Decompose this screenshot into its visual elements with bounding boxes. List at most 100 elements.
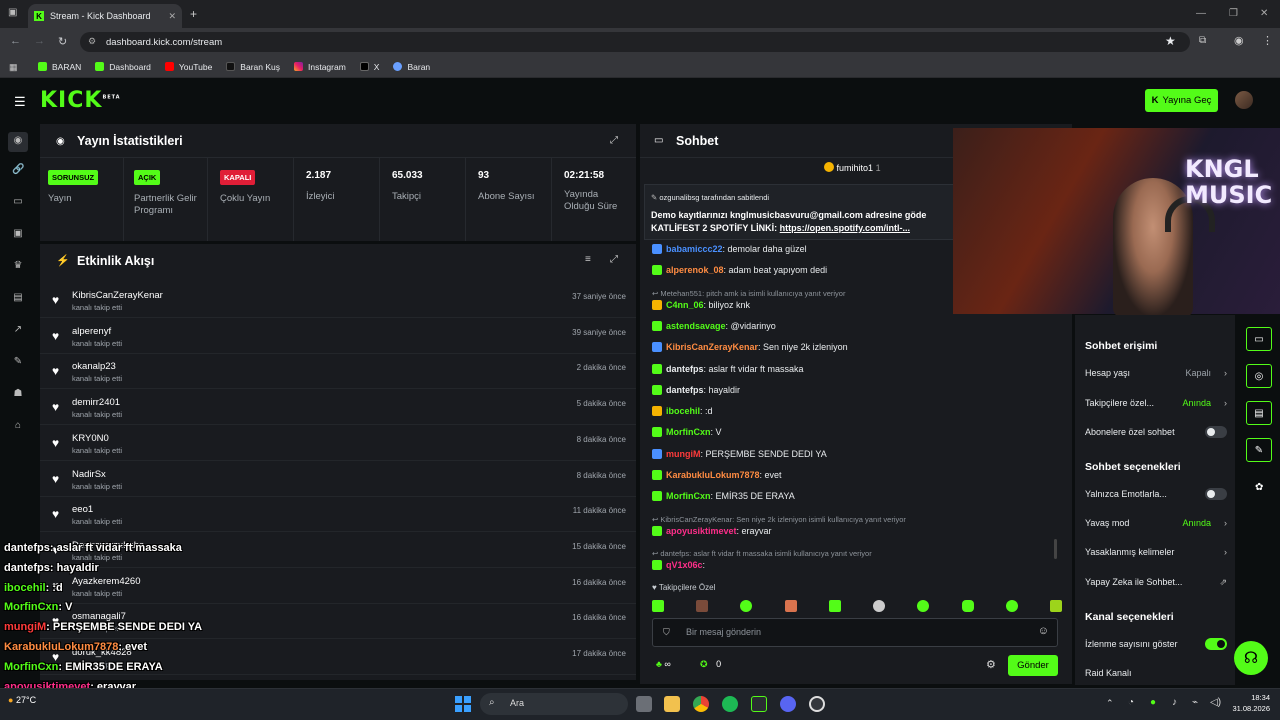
setting-slow-mode[interactable]: Yavaş mod Anında ›	[1085, 518, 1227, 528]
top-gifter[interactable]: fumihito1 1	[824, 162, 881, 173]
obs-icon[interactable]	[809, 696, 825, 712]
emote-icon[interactable]	[961, 600, 974, 612]
chat-message[interactable]: C4nn_06: biliyoz knk	[652, 299, 750, 310]
trophy-nav-icon[interactable]: ♛	[12, 260, 24, 272]
window-nav-icon[interactable]: ▭	[12, 196, 24, 208]
users-nav-icon[interactable]: ☗	[12, 388, 24, 400]
microphone-icon[interactable]: ♪	[1172, 697, 1177, 708]
chat-message[interactable]: KarabukluLokum7878: evet	[652, 470, 782, 480]
filter-icon[interactable]: ≡	[585, 254, 591, 265]
analytics-nav-icon[interactable]: ↗	[12, 324, 24, 336]
tray-chevron-icon[interactable]: ⌃	[1106, 698, 1114, 709]
site-info-icon[interactable]: ⚙	[88, 36, 96, 47]
shop-nav-icon[interactable]: ⌂	[12, 420, 24, 432]
setting-ai-chat[interactable]: Yapay Zeka ile Sohbet... ⇗	[1085, 577, 1227, 587]
back-icon[interactable]: ←	[10, 35, 21, 47]
chat-username[interactable]: KarabukluLokum7878	[666, 470, 760, 480]
avatar[interactable]	[1235, 91, 1253, 109]
chat-username[interactable]: alperenok_08	[666, 265, 724, 275]
tray-app-icon[interactable]: ◔	[1128, 697, 1134, 708]
chat-message[interactable]: mungiM: PERŞEMBE SENDE DEDI YA	[652, 448, 827, 459]
url-field[interactable]: dashboard.kick.com/stream	[80, 32, 1190, 52]
setting-account-age[interactable]: Hesap yaşı Kapalı ›	[1085, 368, 1227, 378]
chat-message[interactable]: dantefps: aslar ft vidar ft massaka	[652, 363, 804, 374]
network-icon[interactable]: ⌁	[1192, 697, 1198, 708]
chat-username[interactable]: dantefps	[666, 364, 704, 374]
chat-tool-icon[interactable]: ▭	[1246, 327, 1272, 351]
volume-icon[interactable]: ◁)	[1210, 697, 1221, 708]
kick-logo[interactable]: KICKBETA	[40, 88, 121, 113]
chat-message[interactable]: astendsavage: @vidarinyo	[652, 320, 776, 331]
setting-followers-only[interactable]: Takipçilere özel... Anında ›	[1085, 398, 1227, 408]
emote-icon[interactable]	[784, 600, 797, 612]
setting-banned-words[interactable]: Yasaklanmış kelimeler ›	[1085, 547, 1227, 557]
chat-username[interactable]: astendsavage	[666, 321, 726, 331]
bookmark-x[interactable]: X	[359, 62, 379, 72]
apps-tool-icon[interactable]: ✿	[1255, 482, 1263, 493]
bookmark-baran[interactable]: BARAN	[38, 62, 81, 72]
tray-status-icon[interactable]: ●	[1150, 697, 1156, 708]
chat-message[interactable]: apoyusiktimevet: erayvar	[652, 525, 772, 536]
tools-nav-icon[interactable]: ✎	[12, 356, 24, 368]
emote-icon[interactable]	[652, 600, 664, 612]
emote-icon[interactable]	[740, 600, 753, 612]
chat-username[interactable]: qV1x06c	[666, 560, 703, 570]
spotify-link[interactable]: https://open.spotify.com/intl-...	[780, 223, 910, 233]
extensions-icon[interactable]: ⧉	[1199, 35, 1206, 46]
emote-icon[interactable]	[828, 600, 841, 612]
target-tool-icon[interactable]: ◎	[1246, 364, 1272, 388]
chat-message[interactable]: alperenok_08: adam beat yapıyom dedi	[652, 265, 827, 276]
chrome-icon[interactable]	[693, 696, 709, 712]
tab-close-icon[interactable]: ✕	[168, 11, 176, 22]
activity-item[interactable]: ♥ demirr2401 kanalı takip etti 5 dakika …	[40, 389, 636, 426]
task-view-icon[interactable]	[636, 696, 652, 712]
coins-counter[interactable]: ✪ 0	[700, 659, 721, 670]
emote-icon[interactable]	[917, 600, 930, 612]
chat-settings-gear-icon[interactable]: ⚙	[986, 658, 996, 671]
spotify-icon[interactable]	[722, 696, 738, 712]
activity-item[interactable]: ♥ okanalp23 kanalı takip etti 2 dakika ö…	[40, 353, 636, 390]
library-nav-icon[interactable]: ▣	[12, 228, 24, 240]
activity-item[interactable]: ♥ NadirSx kanalı takip etti 8 dakika önc…	[40, 461, 636, 497]
chat-message[interactable]: babamiccc22: demolar daha güzel	[652, 244, 807, 254]
windows-start-icon[interactable]	[455, 696, 471, 712]
go-live-button[interactable]: K Yayına Geç	[1145, 89, 1218, 112]
kick-points-icon[interactable]: ♣ ∞	[656, 659, 671, 669]
chat-username[interactable]: C4nn_06	[666, 300, 704, 310]
chat-scrollbar[interactable]	[1054, 539, 1057, 559]
emote-icon[interactable]	[873, 600, 886, 612]
chat-username[interactable]: KibrisCanZerayKenar	[666, 342, 758, 352]
expand-icon[interactable]: ⤢	[610, 254, 618, 265]
wrench-tool-icon[interactable]: ✎	[1246, 438, 1272, 462]
profile-icon[interactable]: ◉	[1234, 34, 1244, 47]
subscribers-only-toggle[interactable]	[1205, 426, 1227, 438]
video-nav-icon[interactable]: ▤	[12, 292, 24, 304]
menu-dots-icon[interactable]: ⋮	[1262, 34, 1273, 47]
chat-message[interactable]: MorfinCxn: EMİR35 DE ERAYA	[652, 491, 795, 502]
forward-icon[interactable]: →	[34, 35, 45, 47]
tab-search-icon[interactable]: ▣	[8, 7, 17, 18]
send-button[interactable]: Gönder	[1008, 655, 1058, 676]
stream-nav-icon[interactable]: ◉	[8, 132, 28, 152]
link-nav-icon[interactable]: 🔗	[12, 164, 24, 176]
activity-item[interactable]: ♥ alperenyf kanalı takip etti 39 saniye …	[40, 318, 636, 354]
activity-item[interactable]: ♥ KRY0N0 kanalı takip etti 8 dakika önce	[40, 425, 636, 461]
chat-username[interactable]: ibocehil	[666, 406, 700, 416]
chat-username[interactable]: babamiccc22	[666, 244, 723, 254]
chat-username[interactable]: dantefps	[666, 385, 704, 395]
emote-icon[interactable]	[1005, 600, 1018, 612]
bookmark-dashboard[interactable]: Dashboard	[95, 62, 151, 72]
chat-username[interactable]: MorfinCxn	[666, 427, 711, 437]
setting-raid-channel[interactable]: Raid Kanalı	[1085, 668, 1227, 678]
clock[interactable]: 18:34 31.08.2026	[1226, 692, 1270, 714]
bookmark-baran-2[interactable]: Baran	[393, 62, 430, 72]
bookmark-tiktok[interactable]: Baran Kuş	[226, 62, 280, 72]
chat-username[interactable]: apoyusiktimevet	[666, 526, 737, 536]
chat-message-input[interactable]: ⛉ Bir mesaj gönderin ☺	[652, 618, 1058, 647]
browser-tab[interactable]: K Stream - Kick Dashboard ✕	[28, 4, 182, 28]
apps-grid-icon[interactable]: ▦	[9, 62, 18, 73]
new-tab-icon[interactable]: +	[190, 7, 197, 21]
kick-app-icon[interactable]	[751, 696, 767, 712]
activity-item[interactable]: ♥ KibrisCanZerayKenar kanalı takip etti …	[40, 282, 636, 318]
chat-message[interactable]: dantefps: hayaldir	[652, 384, 740, 395]
